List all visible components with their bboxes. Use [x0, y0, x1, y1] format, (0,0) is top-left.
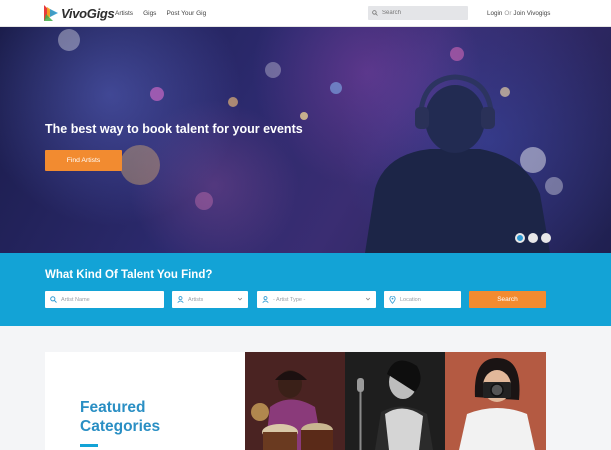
find-artists-button[interactable]: Find Artists	[45, 150, 122, 171]
bokeh-light	[450, 47, 464, 61]
category-tile-tabla[interactable]	[245, 352, 345, 450]
artist-type-label: - Artist Type -	[273, 296, 306, 303]
talent-finder: What Kind Of Talent You Find? Artist Nam…	[0, 253, 611, 326]
user-icon	[177, 296, 184, 303]
nav-item-gigs[interactable]: Gigs	[143, 10, 156, 17]
featured-title-line2: Categories	[80, 418, 161, 435]
join-link[interactable]: Join Vivogigs	[513, 10, 550, 17]
artist-type-dropdown[interactable]: - Artist Type -	[257, 291, 376, 308]
location-placeholder: Location	[400, 296, 421, 303]
featured-title-line1: Featured	[80, 399, 146, 416]
nav-item-post-your-gig[interactable]: Post Your Gig	[166, 10, 206, 17]
search-icon	[372, 10, 378, 16]
brand-logo[interactable]: VivoGigs	[44, 5, 115, 21]
bokeh-light	[120, 145, 160, 185]
singer-photo	[345, 352, 445, 450]
bokeh-light	[195, 192, 213, 210]
search-icon	[50, 296, 57, 303]
carousel-dot-3[interactable]	[541, 233, 551, 243]
auth-separator: Or	[504, 10, 512, 17]
top-navbar: VivoGigs Artists Gigs Post Your Gig Logi…	[0, 0, 611, 27]
logo-icon	[44, 5, 58, 21]
user-icon	[262, 296, 269, 303]
photographer-photo	[445, 352, 546, 450]
main-nav: Artists Gigs Post Your Gig	[115, 10, 216, 17]
auth-links: Login Or Join Vivogigs	[487, 10, 550, 17]
hero-title: The best way to book talent for your eve…	[45, 122, 303, 136]
chevron-down-icon	[237, 297, 243, 301]
carousel-dot-1[interactable]	[515, 233, 525, 243]
category-tile-photographer[interactable]	[445, 352, 546, 450]
bokeh-light	[150, 87, 164, 101]
bokeh-light	[228, 97, 238, 107]
featured-categories-card: Featured Categories	[45, 352, 245, 450]
bokeh-light	[265, 62, 281, 78]
search-input[interactable]	[382, 10, 462, 16]
dj-silhouette	[365, 74, 550, 253]
artists-label: Artists	[188, 296, 204, 303]
artists-dropdown[interactable]: Artists	[172, 291, 248, 308]
bokeh-light	[330, 82, 342, 94]
tabla-player-photo	[245, 352, 345, 450]
search-button[interactable]: Search	[469, 291, 546, 308]
artist-name-field[interactable]: Artist Name	[45, 291, 164, 308]
title-underline	[80, 444, 98, 447]
artist-name-placeholder: Artist Name	[61, 296, 90, 303]
bokeh-light	[300, 112, 308, 120]
nav-item-artists[interactable]: Artists	[115, 10, 133, 17]
featured-title: Featured Categories	[80, 398, 160, 436]
finder-title: What Kind Of Talent You Find?	[45, 269, 213, 281]
brand-name: VivoGigs	[61, 5, 115, 21]
category-tile-singer[interactable]	[345, 352, 445, 450]
carousel-dot-2[interactable]	[528, 233, 538, 243]
login-link[interactable]: Login	[487, 10, 502, 17]
bokeh-light	[58, 29, 80, 51]
chevron-down-icon	[365, 297, 371, 301]
location-field[interactable]: Location	[384, 291, 461, 308]
carousel-indicators	[515, 233, 551, 243]
hero-banner: The best way to book talent for your eve…	[0, 27, 611, 253]
location-pin-icon	[389, 295, 396, 304]
header-search[interactable]	[368, 6, 468, 20]
